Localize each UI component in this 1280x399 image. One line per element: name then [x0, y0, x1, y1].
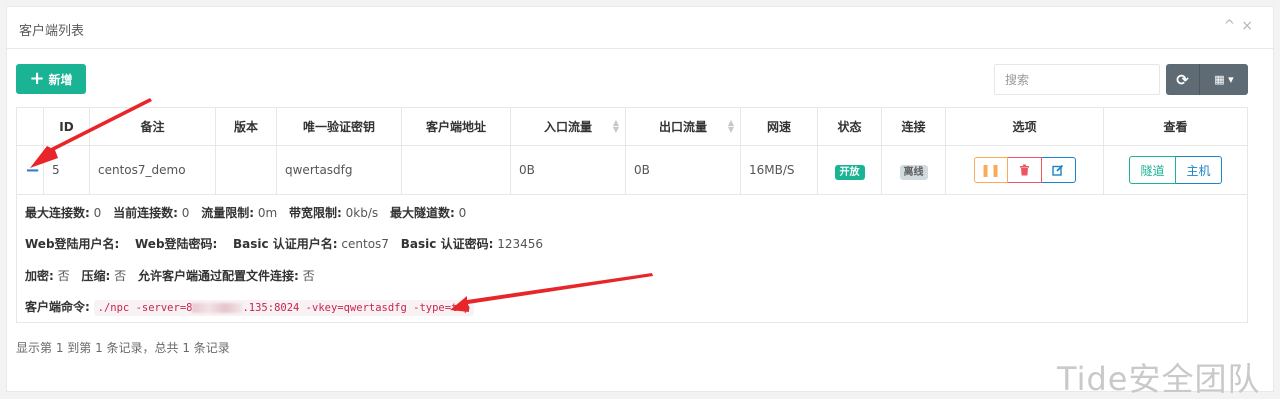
watermark: Tide安全团队: [1057, 360, 1261, 398]
detail-label: 当前连接数:: [113, 206, 178, 220]
edit-icon: [1052, 164, 1064, 176]
detail-value: centos7: [341, 237, 389, 251]
detail-label: Web登陆用户名:: [25, 237, 120, 251]
detail-label: 允许客户端通过配置文件连接:: [137, 269, 299, 283]
edit-button[interactable]: [1041, 157, 1076, 183]
detail-value: 0: [93, 206, 102, 220]
detail-line-options: 加密: 否 压缩: 否 允许客户端通过配置文件连接: 否: [25, 267, 315, 284]
command-suffix: .135:8024 -vkey=qwertasdfg -type=tcp: [242, 302, 471, 314]
status-badge: 开放: [834, 164, 865, 180]
detail-value: 123456: [497, 237, 544, 251]
detail-value: 0m: [257, 206, 278, 220]
pause-button[interactable]: ❚❚: [973, 157, 1008, 183]
col-header-export-flow[interactable]: 出口流量 ▲ ▼: [625, 107, 741, 146]
sort-icon: ▲ ▼: [727, 118, 734, 134]
client-command[interactable]: ./npc -server=8 .135:8024 -vkey=qwertasdf…: [93, 300, 475, 316]
col-header-id[interactable]: ID: [43, 107, 90, 146]
col-header-connect: 连接: [881, 107, 946, 146]
collapse-icon[interactable]: ^: [1224, 18, 1242, 34]
cell-version: [215, 145, 277, 195]
tunnel-button[interactable]: 隧道: [1129, 156, 1176, 184]
table-header-row: ID 备注 版本 唯一验证密钥 客户端地址 入口流量 ▲ ▼ 出口流量 ▲ ▼ 网速 状…: [16, 107, 1248, 146]
detail-label: 带宽限制:: [289, 206, 342, 220]
view-button-group: 隧道 主机: [1129, 156, 1222, 184]
col-header-inlet-flow-label: 入口流量: [543, 120, 592, 134]
detail-label: Basic 认证密码:: [400, 237, 494, 251]
pause-icon: ❚❚: [980, 163, 1001, 177]
table-toolbar-buttons: ⟳ ▦ ▾: [1166, 64, 1248, 95]
col-header-export-flow-label: 出口流量: [658, 120, 707, 134]
detail-row: 最大连接数: 0 当前连接数: 0 流量限制: 0m 带宽限制: 0kb/s 最…: [16, 194, 1248, 323]
panel-header: 客户端列表 ^×: [7, 7, 1273, 49]
close-icon[interactable]: ×: [1241, 18, 1259, 34]
command-prefix: ./npc -server=8: [97, 302, 193, 314]
detail-label: 流量限制:: [201, 206, 255, 220]
add-client-button[interactable]: + 新增: [16, 64, 86, 94]
table-row: − 5 centos7_demo qwertasdfg 0B 0B 16MB/S…: [16, 145, 1248, 195]
add-button-label: 新增: [48, 72, 73, 87]
col-header-status: 状态: [817, 107, 882, 146]
cell-connect: 离线: [881, 145, 946, 195]
cell-vkey: qwertasdfg: [276, 145, 402, 195]
detail-value: 0: [181, 206, 190, 220]
sort-icon: ▲ ▼: [612, 118, 619, 134]
detail-line-auth: Web登陆用户名: Web登陆密码: Basic 认证用户名: centos7 …: [25, 235, 543, 252]
host-button[interactable]: 主机: [1176, 156, 1222, 184]
cell-id: 5: [43, 145, 90, 195]
cell-view: 隧道 主机: [1103, 145, 1248, 195]
redacted-ip: [192, 303, 243, 313]
col-header-remark: 备注: [89, 107, 216, 146]
detail-value: 否: [302, 269, 315, 283]
col-header-options: 选项: [945, 107, 1104, 146]
collapse-row-icon[interactable]: −: [16, 145, 44, 195]
refresh-button[interactable]: ⟳: [1166, 64, 1200, 95]
cell-export-flow: 0B: [625, 145, 741, 195]
detail-value: 0: [458, 206, 467, 220]
detail-line-command: 客户端命令: ./npc -server=8 .135:8024 -vkey=qw…: [25, 298, 475, 316]
cell-status: 开放: [817, 145, 882, 195]
detail-label: 最大隧道数:: [389, 206, 455, 220]
detail-value: 0kb/s: [345, 206, 379, 220]
detail-label: 最大连接数:: [25, 206, 90, 220]
command-label: 客户端命令:: [25, 300, 90, 314]
connect-badge: 离线: [899, 164, 928, 180]
cell-inlet-flow: 0B: [510, 145, 626, 195]
detail-value: 否: [114, 269, 127, 283]
col-header-vkey: 唯一验证密钥: [276, 107, 402, 146]
cell-options: ❚❚: [945, 145, 1104, 195]
panel-title: 客户端列表: [19, 24, 85, 39]
refresh-icon: ⟳: [1176, 70, 1189, 89]
col-header-speed: 网速: [740, 107, 818, 146]
cell-address: [401, 145, 511, 195]
pagination-summary: 显示第 1 到第 1 条记录，总共 1 条记录: [16, 341, 230, 355]
col-header-address: 客户端地址: [401, 107, 511, 146]
search-input[interactable]: [994, 64, 1160, 95]
col-header-version: 版本: [215, 107, 277, 146]
col-header-expand: [16, 107, 44, 146]
detail-value: 否: [57, 269, 70, 283]
options-button-group: ❚❚: [973, 157, 1076, 183]
plus-icon: +: [29, 68, 45, 89]
columns-icon: ▦ ▾: [1214, 73, 1234, 86]
detail-label: Web登陆密码:: [135, 237, 218, 251]
columns-button[interactable]: ▦ ▾: [1200, 64, 1248, 95]
detail-label: 加密:: [25, 269, 54, 283]
panel-tools: ^×: [1224, 18, 1259, 34]
detail-cell: 最大连接数: 0 当前连接数: 0 流量限制: 0m 带宽限制: 0kb/s 最…: [16, 194, 1248, 323]
delete-button[interactable]: [1007, 157, 1042, 183]
client-table: ID 备注 版本 唯一验证密钥 客户端地址 入口流量 ▲ ▼ 出口流量 ▲ ▼ 网速 状…: [16, 107, 1248, 323]
cell-speed: 16MB/S: [740, 145, 818, 195]
detail-label: Basic 认证用户名:: [233, 237, 338, 251]
trash-icon: [1019, 164, 1029, 176]
cell-remark: centos7_demo: [89, 145, 216, 195]
detail-line-limits: 最大连接数: 0 当前连接数: 0 流量限制: 0m 带宽限制: 0kb/s 最…: [25, 204, 466, 221]
detail-label: 压缩:: [81, 269, 111, 283]
col-header-inlet-flow[interactable]: 入口流量 ▲ ▼: [510, 107, 626, 146]
col-header-view: 查看: [1103, 107, 1248, 146]
